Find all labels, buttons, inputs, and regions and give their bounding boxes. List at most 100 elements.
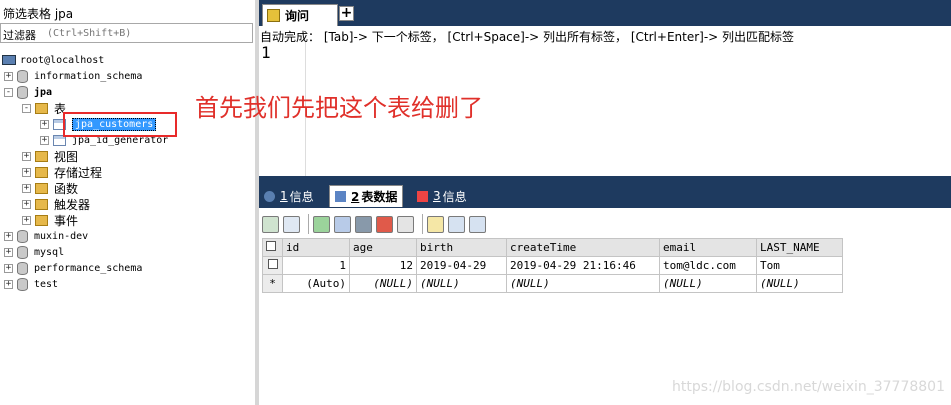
add-row-icon[interactable] [313, 215, 330, 233]
collapse-icon[interactable]: - [22, 103, 31, 113]
filter-title: 筛选表格 jpa [3, 7, 74, 21]
result-tab-bar: 1 信息 2 表数据 3 信息 [259, 183, 951, 208]
filter-box[interactable]: 过滤器 [0, 23, 253, 43]
cell-id[interactable]: 1 [282, 256, 350, 275]
expand-icon[interactable]: + [4, 231, 13, 241]
checkbox[interactable] [266, 241, 276, 251]
expand-icon[interactable]: + [22, 215, 31, 225]
cell-email[interactable]: (NULL) [659, 274, 757, 293]
column-header[interactable]: age [349, 238, 417, 257]
column-header[interactable]: email [659, 238, 757, 257]
tree-item-functions[interactable]: + 函数 [22, 180, 78, 196]
tree-item-label: mysql [34, 246, 65, 258]
database-icon [17, 229, 28, 243]
highlight-box [63, 112, 177, 137]
cell-last-name[interactable]: (NULL) [756, 274, 843, 293]
tree-item-label: performance_schema [34, 262, 143, 274]
info-icon [264, 190, 275, 202]
column-header[interactable]: createTime [506, 238, 660, 257]
cell-createtime[interactable]: (NULL) [506, 274, 660, 293]
table-header-row: id age birth createTime email LAST_NAME [262, 238, 843, 257]
expand-icon[interactable]: + [22, 167, 31, 177]
query-icon [267, 9, 280, 22]
cell-last-name[interactable]: Tom [756, 256, 843, 275]
folder-icon [35, 166, 48, 178]
tree-item-tables[interactable]: - 表 [22, 100, 66, 116]
database-icon [17, 85, 28, 99]
tab-messages-1[interactable]: 1 信息 [259, 185, 319, 207]
tree-item-label: jpa [34, 86, 53, 98]
table-row[interactable]: 1 12 2019-04-29 2019-04-29 21:16:46 tom@… [262, 256, 843, 275]
tree-root-label: root@localhost [20, 54, 105, 66]
tree-item-label: 视图 [54, 149, 79, 164]
tab-messages-3[interactable]: 3 信息 [412, 185, 472, 207]
export-icon[interactable] [262, 215, 279, 233]
watermark: https://blog.csdn.net/weixin_37778801 [671, 379, 945, 395]
database-icon [17, 69, 28, 83]
row-checkbox[interactable] [262, 256, 283, 275]
tree-item-mysql[interactable]: + mysql [4, 244, 64, 260]
expand-icon[interactable]: + [22, 199, 31, 209]
cell-age[interactable]: (NULL) [349, 274, 417, 293]
cell-birth[interactable]: (NULL) [416, 274, 507, 293]
server-icon [2, 55, 16, 65]
select-all-checkbox[interactable] [262, 238, 283, 257]
cell-email[interactable]: tom@ldc.com [659, 256, 757, 275]
cell-id[interactable]: (Auto) [282, 274, 350, 293]
tree-item-views[interactable]: + 视图 [22, 148, 78, 164]
tab-query[interactable]: 询问 [262, 4, 338, 26]
tree-item-test[interactable]: + test [4, 276, 58, 292]
tree-item-procedures[interactable]: + 存储过程 [22, 164, 102, 180]
cell-birth[interactable]: 2019-04-29 [416, 256, 507, 275]
tree-item-information-schema[interactable]: + information_schema [4, 68, 142, 84]
folder-icon [35, 102, 48, 114]
tab-label: 表数据 [361, 190, 398, 204]
import-icon[interactable] [283, 215, 300, 233]
toolbar-separator [308, 214, 309, 234]
expand-icon[interactable]: + [40, 119, 49, 129]
grid-view-icon[interactable] [427, 215, 444, 233]
autocomplete-hint: 自动完成： [Tab]-> 下一个标签， [Ctrl+Space]-> 列出所有… [260, 30, 795, 44]
new-tab-button[interactable]: + [339, 6, 354, 21]
expand-icon[interactable]: + [4, 279, 13, 289]
data-grid: id age birth createTime email LAST_NAME … [262, 238, 843, 293]
expand-icon[interactable]: + [40, 135, 49, 145]
expand-icon[interactable]: + [4, 247, 13, 257]
tab-table-data[interactable]: 2 表数据 [329, 185, 404, 207]
tree-root[interactable]: root@localhost [2, 52, 104, 68]
expand-icon[interactable]: + [4, 263, 13, 273]
cell-createtime[interactable]: 2019-04-29 21:16:46 [506, 256, 660, 275]
tree-item-label: muxin-dev [34, 230, 89, 242]
checkbox[interactable] [267, 259, 278, 269]
filter-input[interactable] [47, 25, 251, 41]
table-row-new[interactable]: * (Auto) (NULL) (NULL) (NULL) (NULL) (NU… [262, 274, 843, 293]
editor-splitter[interactable] [259, 176, 951, 183]
column-header[interactable]: birth [416, 238, 507, 257]
line-number: 1 [261, 43, 271, 62]
annotation-text: 首先我们先把这个表给删了 [195, 94, 483, 122]
cell-age[interactable]: 12 [349, 256, 417, 275]
column-header[interactable]: LAST_NAME [756, 238, 843, 257]
tab-number: 3 [433, 189, 441, 203]
save-icon[interactable] [355, 215, 372, 233]
tree-item-jpa[interactable]: - jpa [4, 84, 52, 100]
duplicate-row-icon[interactable] [334, 215, 351, 233]
folder-icon [35, 214, 48, 226]
tree-item-events[interactable]: + 事件 [22, 212, 78, 228]
collapse-icon[interactable]: - [4, 87, 13, 97]
folder-icon [35, 198, 48, 210]
tree-item-triggers[interactable]: + 触发器 [22, 196, 90, 212]
tree-item-label: test [34, 278, 59, 290]
tree-item-performance-schema[interactable]: + performance_schema [4, 260, 142, 276]
expand-icon[interactable]: + [22, 151, 31, 161]
column-header[interactable]: id [282, 238, 350, 257]
cancel-icon[interactable] [397, 215, 414, 233]
folder-icon [35, 150, 48, 162]
expand-icon[interactable]: + [4, 71, 13, 81]
form-view-icon[interactable] [448, 215, 465, 233]
expand-icon[interactable]: + [22, 183, 31, 193]
text-view-icon[interactable] [469, 215, 486, 233]
delete-icon[interactable] [376, 215, 393, 233]
tree-item-label: 函数 [54, 181, 79, 196]
tree-item-muxin-dev[interactable]: + muxin-dev [4, 228, 88, 244]
